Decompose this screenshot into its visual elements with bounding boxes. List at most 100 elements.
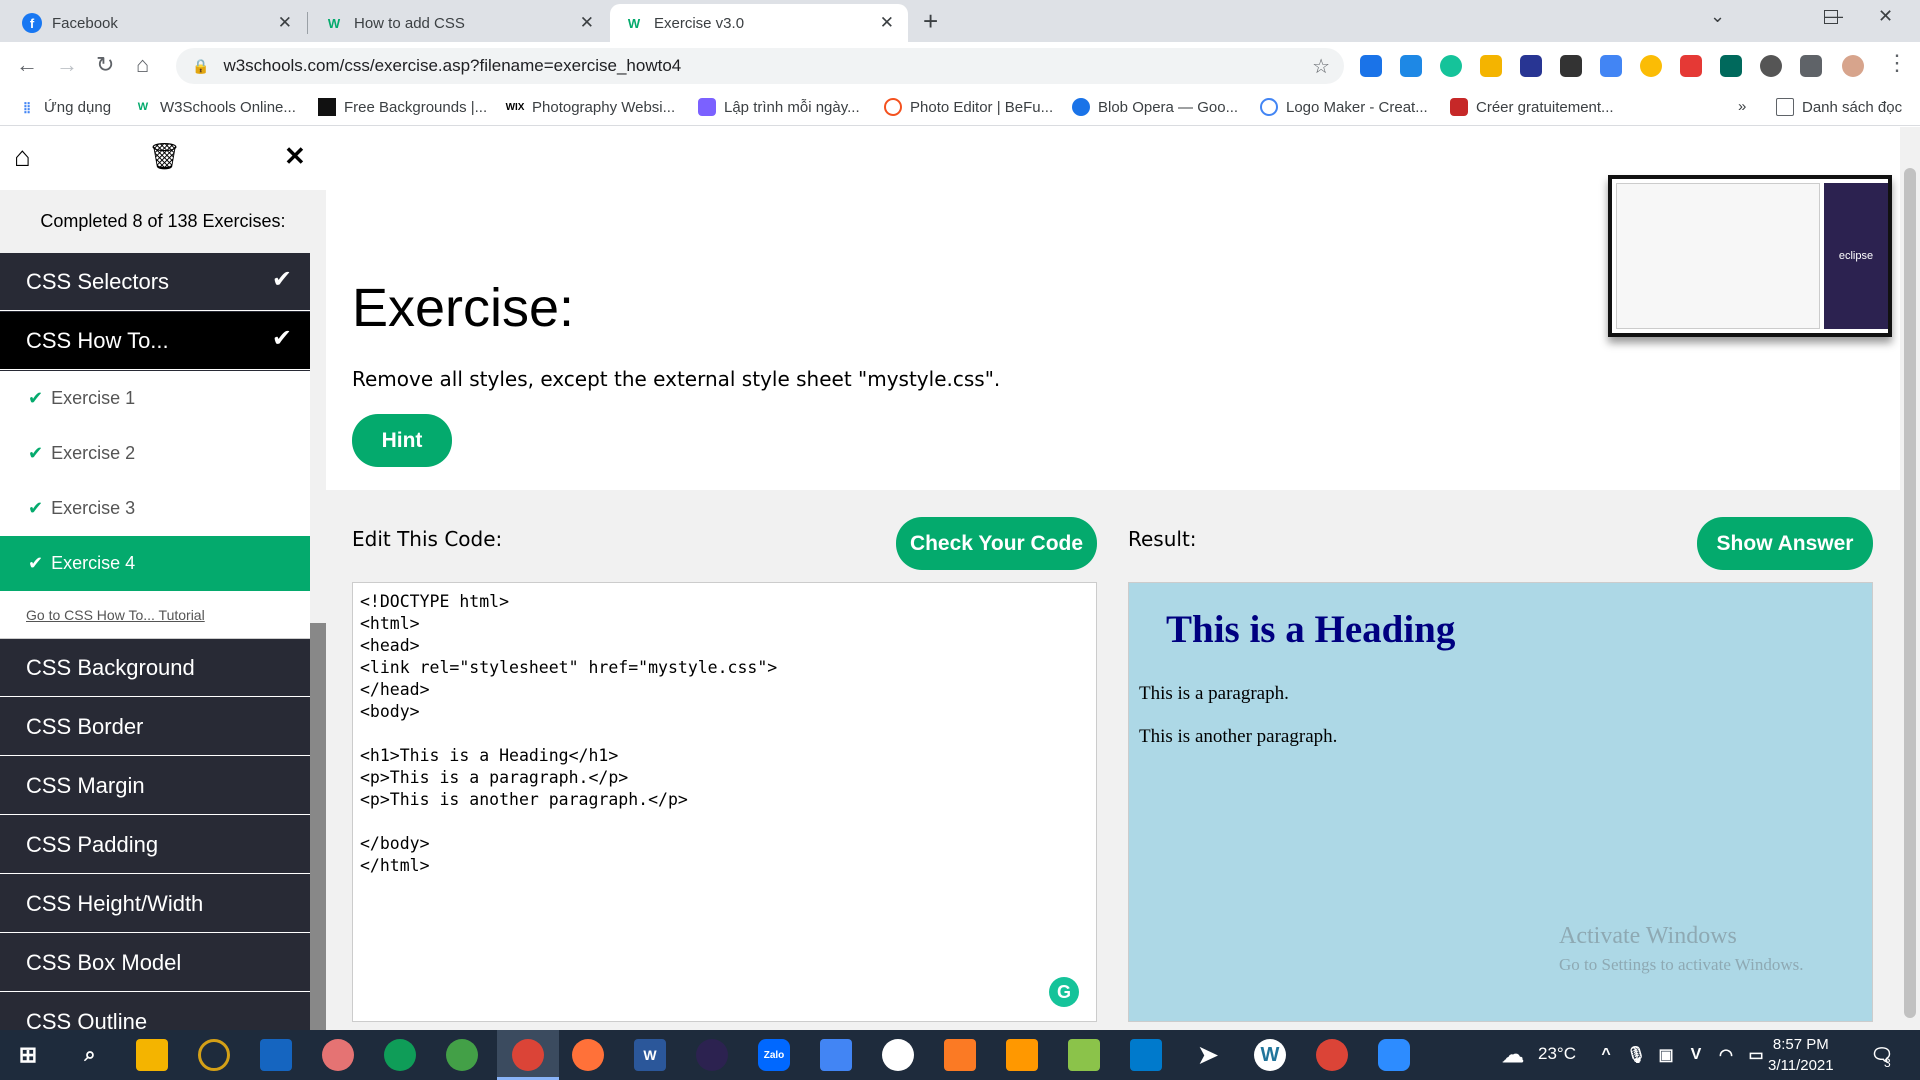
bookmark-star-icon[interactable]: ☆ [1312, 54, 1330, 79]
extension-icon[interactable] [1360, 55, 1382, 77]
close-icon[interactable]: ✕ [880, 13, 894, 33]
show-answer-button[interactable]: Show Answer [1697, 517, 1873, 570]
address-bar[interactable]: 🔒 w3schools.com/css/exercise.asp?filenam… [176, 48, 1344, 84]
home-icon[interactable]: ⌂ [14, 141, 31, 173]
section-css-outline[interactable]: CSS Outline [0, 993, 310, 1031]
extension-icon[interactable] [1560, 55, 1582, 77]
reload-icon[interactable]: ↻ [96, 52, 114, 78]
grammarly-icon[interactable] [1440, 55, 1462, 77]
extension-icon[interactable] [1760, 55, 1782, 77]
section-css-height-width[interactable]: CSS Height/Width [0, 875, 310, 933]
extension-icon[interactable] [1680, 55, 1702, 77]
bookmark-item[interactable]: Lập trình mỗi ngày... [698, 98, 860, 116]
bookmark-item[interactable]: WIX Photography Websi... [505, 98, 676, 116]
section-css-box-model[interactable]: CSS Box Model [0, 934, 310, 992]
code-editor[interactable]: <!DOCTYPE html> <html> <head> <link rel=… [352, 582, 1097, 1022]
app-icon[interactable] [198, 1039, 230, 1071]
bookmark-item[interactable]: ⣿ Ứng dụng [18, 98, 111, 116]
section-css-background[interactable]: CSS Background [0, 639, 310, 697]
extension-icon[interactable] [1400, 55, 1422, 77]
home-icon[interactable]: ⌂ [136, 52, 149, 78]
wordpress-icon[interactable]: W [1254, 1039, 1286, 1071]
input-icon[interactable]: V [1680, 1039, 1712, 1071]
bookmark-item[interactable]: Free Backgrounds |... [318, 98, 487, 116]
close-icon[interactable]: ✕ [278, 13, 292, 33]
windows-start-icon[interactable]: ⊞ [12, 1039, 44, 1071]
bookmark-item[interactable]: Blob Opera — Goo... [1072, 98, 1238, 116]
bookmark-item[interactable]: Photo Editor | BeFu... [884, 98, 1053, 116]
tab-exercise[interactable]: W Exercise v3.0 ✕ [610, 4, 908, 42]
back-icon[interactable]: ← [16, 52, 38, 78]
word-icon[interactable]: W [634, 1039, 666, 1071]
tab-search-icon[interactable]: ⌄ [1710, 6, 1725, 27]
extension-icon[interactable] [1520, 55, 1542, 77]
extension-icon[interactable] [1480, 55, 1502, 77]
network-icon[interactable]: ▣ [1650, 1039, 1682, 1071]
github-icon[interactable] [882, 1039, 914, 1071]
chrome-icon[interactable] [1316, 1039, 1348, 1071]
exercise-item-1[interactable]: ✔ Exercise 1 [0, 371, 310, 426]
forward-icon[interactable]: → [56, 52, 78, 78]
xampp-icon[interactable] [944, 1039, 976, 1071]
app-icon[interactable] [322, 1039, 354, 1071]
clock[interactable]: 8:57 PM 3/11/2021 [1768, 1034, 1834, 1076]
mic-icon[interactable]: 🎙 [1620, 1039, 1652, 1071]
notification-icon[interactable]: 🗨 [1866, 1039, 1898, 1071]
section-css-margin[interactable]: CSS Margin [0, 757, 310, 815]
exercise-item-2[interactable]: ✔ Exercise 2 [0, 426, 310, 481]
eclipse-icon[interactable] [696, 1039, 728, 1071]
edge-icon[interactable] [384, 1039, 416, 1071]
sidebar-scroll-thumb[interactable] [310, 253, 326, 623]
close-icon[interactable]: ✕ [580, 13, 594, 33]
wix-icon: WIX [505, 101, 525, 113]
hint-button[interactable]: Hint [352, 414, 452, 467]
advertisement[interactable]: eclipse [1608, 175, 1892, 337]
cursor-app-icon[interactable]: ➤ [1192, 1039, 1224, 1071]
page-scroll-thumb[interactable] [1904, 168, 1916, 1018]
url-text[interactable]: w3schools.com/css/exercise.asp?filename=… [223, 56, 681, 76]
puzzle-icon[interactable] [1800, 55, 1822, 77]
section-css-selectors[interactable]: CSS Selectors ✔ [0, 253, 310, 311]
grammarly-icon[interactable]: G [1049, 977, 1079, 1007]
exercise-item-4[interactable]: ✔ Exercise 4 [0, 536, 310, 591]
window-close-icon[interactable]: ✕ [1878, 6, 1893, 27]
extension-icon[interactable] [1640, 55, 1662, 77]
section-css-border[interactable]: CSS Border [0, 698, 310, 756]
bookmarks-more-icon[interactable]: » [1738, 98, 1746, 115]
tab-facebook[interactable]: f Facebook ✕ [8, 4, 306, 42]
bookmark-item[interactable]: Créer gratuitement... [1450, 98, 1614, 116]
section-css-how-to[interactable]: CSS How To... ✔ [0, 312, 310, 370]
section-css-padding[interactable]: CSS Padding [0, 816, 310, 874]
close-icon[interactable]: ✕ [284, 141, 306, 172]
maximize-icon[interactable] [1824, 10, 1838, 24]
exercise-item-3[interactable]: ✔ Exercise 3 [0, 481, 310, 536]
sublime-icon[interactable] [1006, 1039, 1038, 1071]
app-icon[interactable] [260, 1039, 292, 1071]
tab-how-to-add-css[interactable]: W How to add CSS ✕ [310, 4, 608, 42]
bookmark-item[interactable]: Logo Maker - Creat... [1260, 98, 1428, 116]
translate-icon[interactable] [1600, 55, 1622, 77]
new-tab-icon[interactable]: + [923, 6, 938, 37]
extension-icon[interactable] [1720, 55, 1742, 77]
firefox-icon[interactable] [572, 1039, 604, 1071]
tutorial-link[interactable]: Go to CSS How To... Tutorial [0, 591, 310, 639]
check-code-button[interactable]: Check Your Code [896, 517, 1097, 570]
menu-icon[interactable]: ⋮ [1886, 50, 1908, 76]
zalo-icon[interactable]: Zalo [758, 1039, 790, 1071]
avatar[interactable] [1842, 55, 1864, 77]
trash-icon[interactable]: 🗑 [148, 141, 181, 172]
app-icon[interactable] [446, 1039, 478, 1071]
zoom-icon[interactable] [1378, 1039, 1410, 1071]
reading-list[interactable]: Danh sách đọc [1776, 98, 1902, 116]
chrome-icon[interactable] [512, 1039, 544, 1071]
wifi-icon[interactable]: ◠ [1710, 1039, 1742, 1071]
tray-chevron-icon[interactable]: ^ [1590, 1039, 1622, 1071]
vscode-icon[interactable] [1130, 1039, 1162, 1071]
temperature: 23°C [1538, 1044, 1576, 1063]
weather-icon[interactable]: ☁ [1497, 1039, 1529, 1071]
app-icon[interactable] [1068, 1039, 1100, 1071]
search-icon[interactable]: ⌕ [74, 1039, 106, 1071]
bookmark-item[interactable]: W W3Schools Online... [134, 98, 296, 116]
file-explorer-icon[interactable] [136, 1039, 168, 1071]
app-icon[interactable] [820, 1039, 852, 1071]
